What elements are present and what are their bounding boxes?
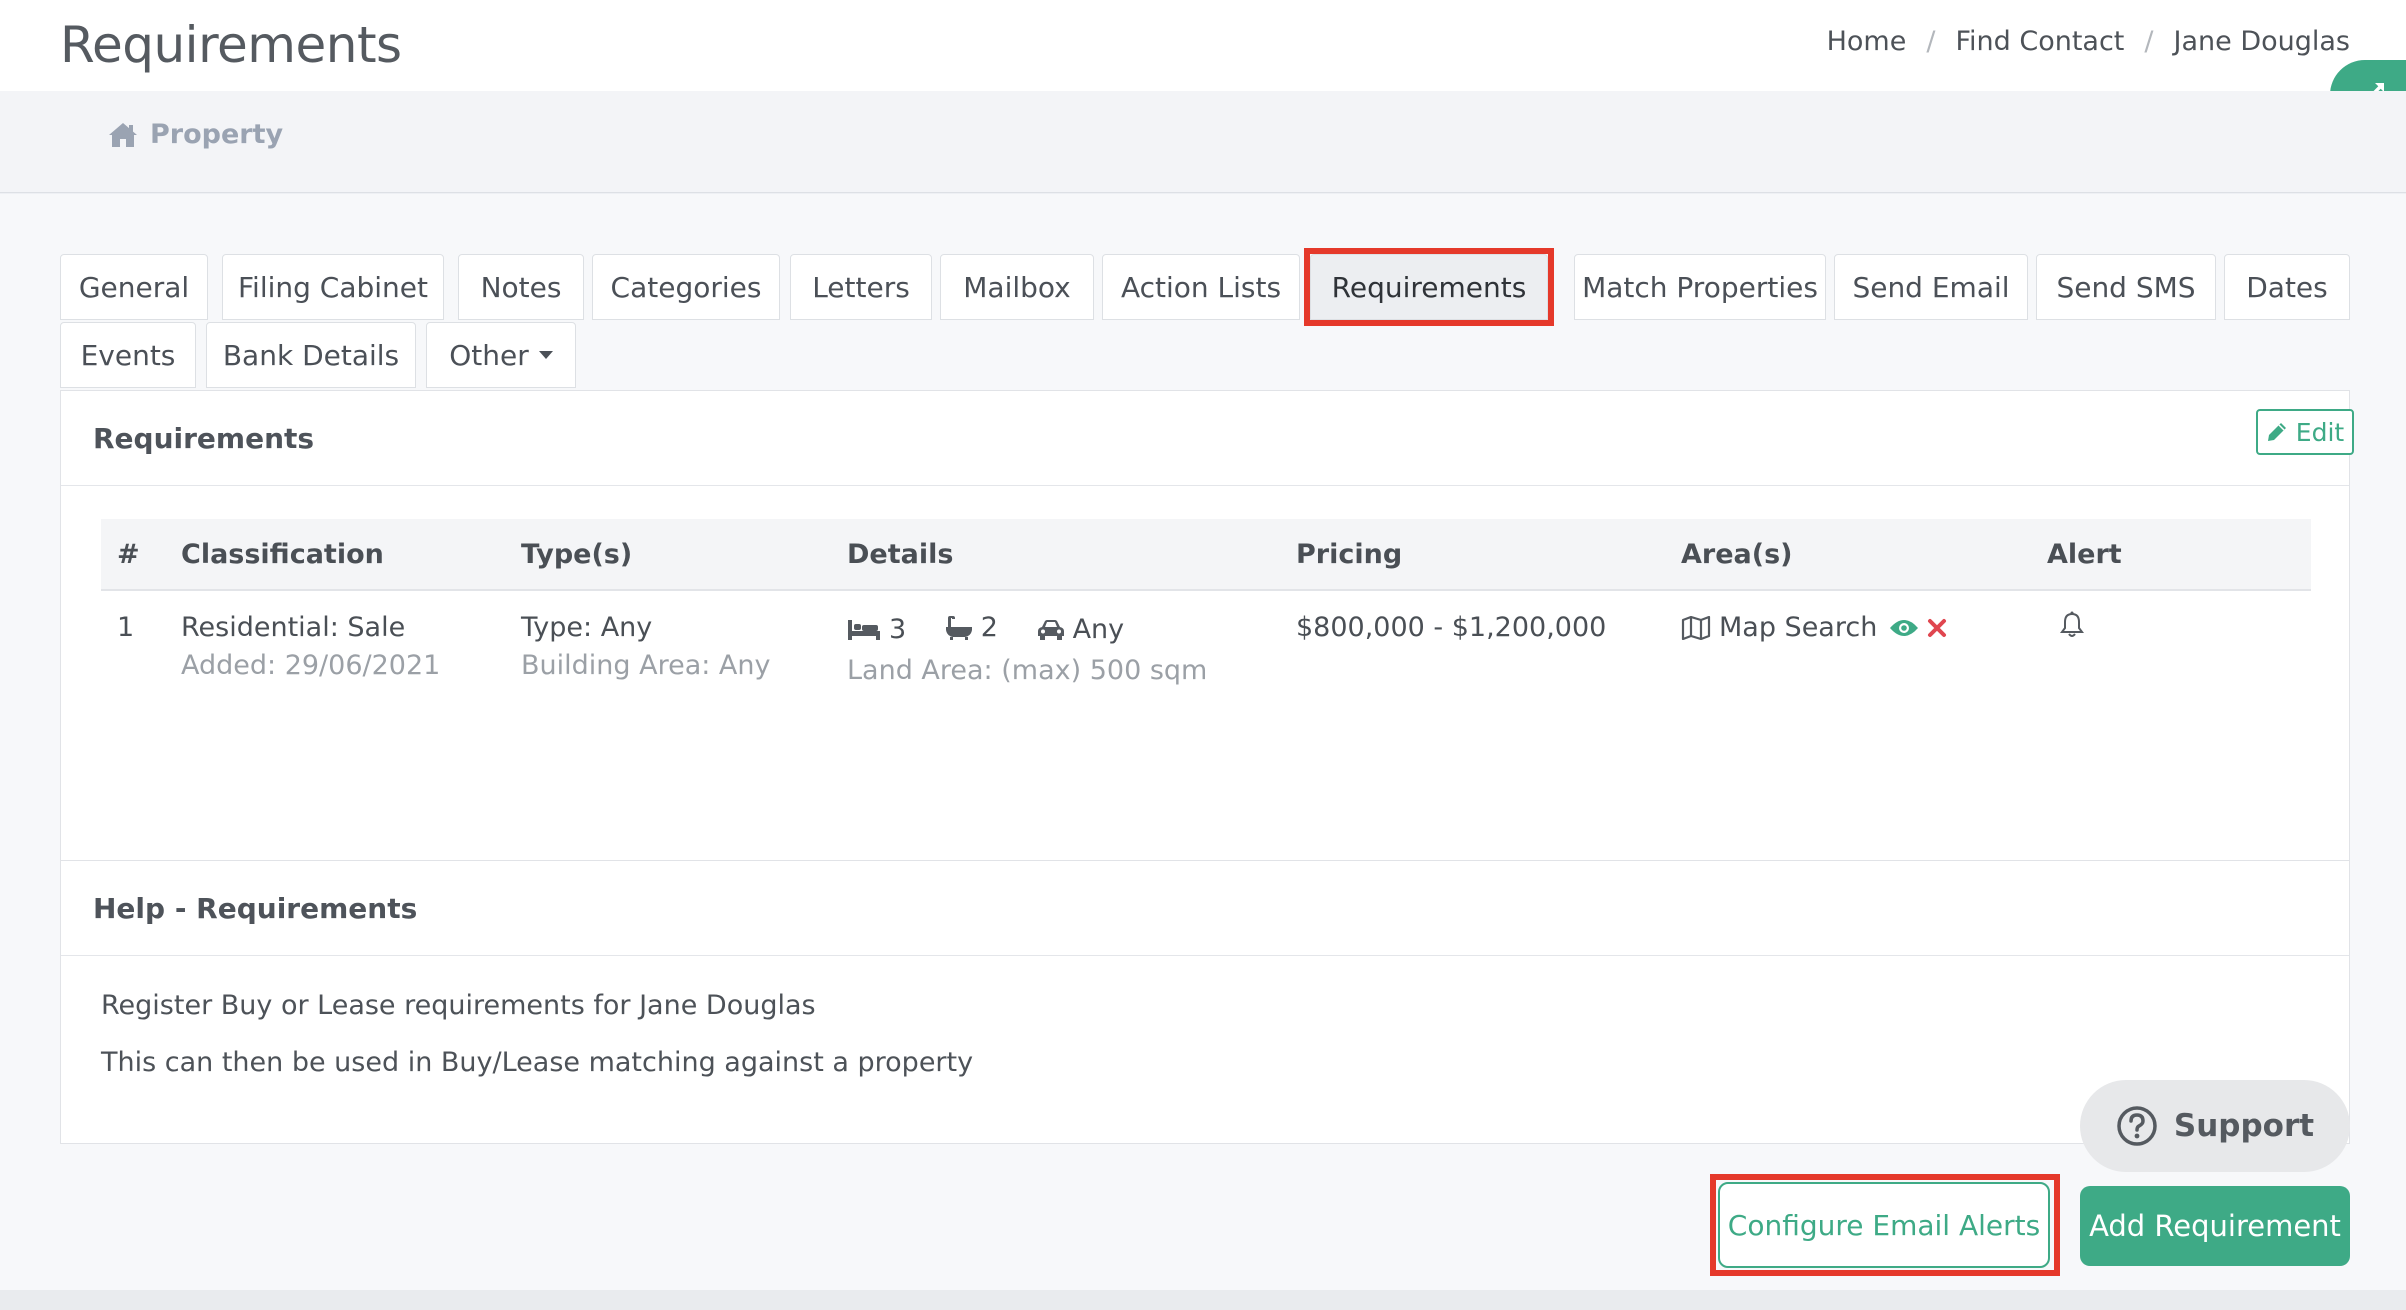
sub-header: Property (0, 91, 2406, 193)
types-cell: Type: Any Building Area: Any (521, 609, 771, 685)
row-index: 1 (117, 612, 135, 643)
tab-label: Send Email (1852, 270, 2010, 304)
column-header-types: Type(s) (521, 539, 633, 570)
tab-label: Events (80, 338, 176, 372)
tab-other[interactable]: Other (426, 322, 576, 388)
configure-email-alerts-button[interactable]: Configure Email Alerts (1718, 1182, 2050, 1268)
alert-cell (2059, 611, 2085, 650)
building-area-value: Building Area: Any (521, 650, 771, 681)
tab-label: Action Lists (1120, 270, 1282, 304)
tab-label: Other (449, 338, 529, 372)
add-requirement-label: Add Requirement (2089, 1209, 2341, 1243)
column-header-index: # (117, 539, 140, 570)
tab-requirements[interactable]: Requirements (1310, 254, 1548, 320)
tab-label: General (78, 270, 190, 304)
remove-icon[interactable] (1927, 618, 1947, 638)
tab-action-lists[interactable]: Action Lists (1102, 254, 1300, 320)
tab-label: Notes (480, 270, 562, 304)
car-icon (1037, 620, 1064, 640)
map-icon (1681, 616, 1711, 640)
cars-feature: Any (1037, 611, 1125, 649)
column-header-classification: Classification (181, 539, 384, 570)
details-features: 3 2 Any (847, 609, 1207, 652)
table-header: # Classification Type(s) Details Pricing… (101, 519, 2311, 591)
tab-label: Requirements (1331, 270, 1527, 304)
tab-dates[interactable]: Dates (2224, 254, 2350, 320)
tab-letters[interactable]: Letters (790, 254, 932, 320)
help-body: Register Buy or Lease requirements for J… (61, 956, 2349, 1130)
breadcrumb-separator: / (1926, 26, 1936, 57)
bell-icon[interactable] (2059, 611, 2085, 639)
column-header-areas: Area(s) (1681, 539, 1793, 570)
baths-feature: 2 (945, 609, 998, 647)
edit-button-label: Edit (2295, 417, 2345, 447)
tab-categories[interactable]: Categories (592, 254, 780, 320)
property-link-label: Property (150, 119, 284, 150)
beds-count: 3 (889, 614, 907, 645)
caret-down-icon (538, 351, 553, 359)
question-circle-icon (2117, 1106, 2157, 1146)
land-area-value: Land Area: (max) 500 sqm (847, 655, 1208, 686)
table-row: 1 Residential: Sale Added: 29/06/2021 Ty… (101, 591, 2311, 721)
tab-notes[interactable]: Notes (458, 254, 584, 320)
configure-email-alerts-label: Configure Email Alerts (1727, 1208, 2041, 1242)
tab-label: Send SMS (2056, 270, 2196, 304)
tab-general[interactable]: General (60, 254, 208, 320)
tab-filing-cabinet[interactable]: Filing Cabinet (222, 254, 444, 320)
page-title: Requirements (60, 16, 402, 74)
support-button[interactable]: Support (2080, 1080, 2350, 1172)
bath-icon (945, 616, 972, 640)
bottom-strip (0, 1290, 2406, 1310)
breadcrumb-current: Jane Douglas (2173, 26, 2351, 57)
pencil-icon (2267, 423, 2286, 441)
bed-icon (848, 620, 880, 640)
breadcrumb-find-contact[interactable]: Find Contact (1955, 26, 2124, 57)
breadcrumb-home[interactable]: Home (1827, 26, 1907, 57)
help-panel-title: Help - Requirements (61, 861, 2349, 956)
requirements-panel-title: Requirements (61, 391, 2349, 486)
edit-button[interactable]: Edit (2256, 409, 2354, 455)
type-value: Type: Any (521, 612, 653, 643)
tab-send-email[interactable]: Send Email (1834, 254, 2028, 320)
pricing-value: $800,000 - $1,200,000 (1296, 612, 1607, 643)
help-panel: Help - Requirements Register Buy or Leas… (60, 860, 2350, 1144)
tab-label: Mailbox (963, 270, 1071, 304)
eye-icon[interactable] (1889, 618, 1919, 638)
added-date: Added: 29/06/2021 (181, 650, 441, 681)
property-link[interactable]: Property (108, 119, 283, 150)
areas-cell: Map Search (1681, 609, 1947, 647)
tab-match-properties[interactable]: Match Properties (1574, 254, 1826, 320)
tab-bank-details[interactable]: Bank Details (206, 322, 416, 388)
tab-label: Filing Cabinet (237, 270, 429, 304)
column-header-pricing: Pricing (1296, 539, 1403, 570)
tab-events[interactable]: Events (60, 322, 196, 388)
home-icon (109, 122, 137, 147)
breadcrumb-separator: / (2144, 26, 2154, 57)
details-cell: 3 2 Any Land Area: (max) 500 sqm (847, 609, 1207, 690)
classification-value: Residential: Sale (181, 612, 406, 643)
classification-cell: Residential: Sale Added: 29/06/2021 (181, 609, 440, 685)
support-button-label: Support (2173, 1108, 2315, 1144)
page: Requirements Home / Find Contact / Jane … (0, 0, 2406, 1310)
baths-count: 2 (980, 612, 998, 643)
help-line: Register Buy or Lease requirements for J… (101, 990, 816, 1021)
tab-label: Match Properties (1582, 270, 1818, 304)
tab-label: Bank Details (222, 338, 400, 372)
map-search-link[interactable]: Map Search (1719, 609, 1877, 647)
column-header-alert: Alert (2047, 539, 2122, 570)
add-requirement-button[interactable]: Add Requirement (2080, 1186, 2350, 1266)
tab-send-sms[interactable]: Send SMS (2036, 254, 2216, 320)
tab-label: Categories (610, 270, 762, 304)
column-header-details: Details (847, 539, 954, 570)
breadcrumb: Home / Find Contact / Jane Douglas (1827, 26, 2350, 57)
tab-mailbox[interactable]: Mailbox (940, 254, 1094, 320)
beds-feature: 3 (847, 611, 906, 649)
top-header: Requirements Home / Find Contact / Jane … (0, 0, 2406, 91)
requirements-table: # Classification Type(s) Details Pricing… (101, 519, 2311, 721)
content-area: General Filing Cabinet Notes Categories … (0, 194, 2406, 1310)
tab-label: Dates (2246, 270, 2328, 304)
cars-count: Any (1072, 614, 1125, 645)
help-line: This can then be used in Buy/Lease match… (101, 1047, 974, 1078)
tab-label: Letters (812, 270, 910, 304)
